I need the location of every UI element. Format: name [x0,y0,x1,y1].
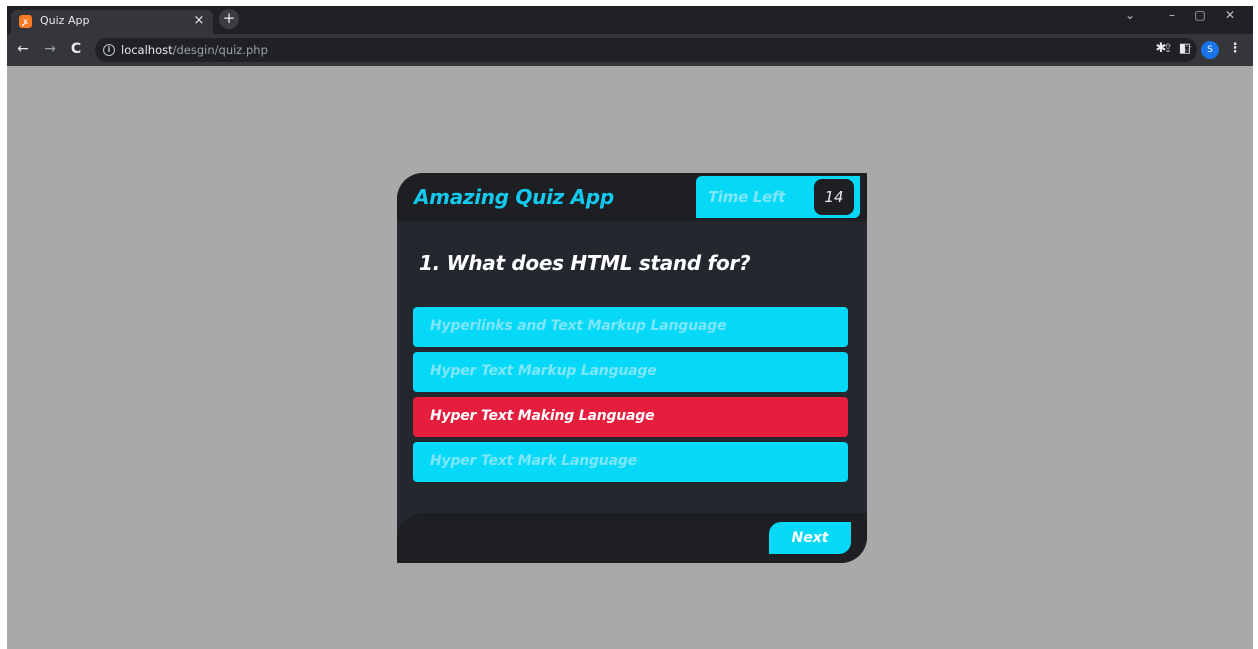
tab-search-icon[interactable]: ⌄ [1120,8,1140,22]
quiz-header: Amazing Quiz App Time Left 14 [397,173,867,221]
quiz-footer: Next [397,513,867,563]
next-button[interactable]: Next [769,522,851,554]
browser-tab[interactable]: ꭙ Quiz App × [11,10,213,34]
menu-kebab-icon[interactable]: ⋮ [1225,39,1245,59]
answer-option-label: Hyper Text Markup Language [430,363,657,379]
restore-icon[interactable]: ▢ [1190,8,1210,22]
reload-icon[interactable]: C [66,39,86,59]
back-icon[interactable]: ← [13,39,33,59]
quiz-title: Amazing Quiz App [414,185,614,209]
tab-title: Quiz App [40,14,90,27]
answer-option-3[interactable]: Hyper Text Making Language [413,397,848,437]
timer-value: 14 [814,179,854,215]
url-host: localhost [121,43,173,57]
extensions-icon[interactable]: ✱ [1151,39,1171,59]
tab-strip: ꭙ Quiz App × + ⌄ – ▢ ✕ [7,6,1253,34]
answer-options: Hyperlinks and Text Markup Language Hype… [413,307,848,487]
new-tab-button[interactable]: + [219,9,239,29]
answer-option-label: Hyperlinks and Text Markup Language [430,318,727,334]
xampp-favicon-icon: ꭙ [19,15,32,28]
minimize-icon[interactable]: – [1162,8,1182,22]
address-bar[interactable]: i localhost/desgin/quiz.php ⇪ ☆ [95,38,1197,62]
answer-option-1[interactable]: Hyperlinks and Text Markup Language [413,307,848,347]
answer-option-4[interactable]: Hyper Text Mark Language [413,442,848,482]
close-window-icon[interactable]: ✕ [1220,8,1240,22]
site-info-icon[interactable]: i [103,44,115,56]
timer-label: Time Left [708,188,786,206]
url-path: /desgin/quiz.php [172,43,268,57]
side-panel-icon[interactable]: ◧ [1175,39,1195,59]
url-text: localhost/desgin/quiz.php [121,43,268,57]
profile-avatar[interactable]: S [1201,41,1219,59]
browser-toolbar: ← → C i localhost/desgin/quiz.php ⇪ ☆ ✱ … [7,34,1253,66]
forward-icon[interactable]: → [40,39,60,59]
timer-box: Time Left 14 [696,176,860,218]
answer-option-label: Hyper Text Mark Language [430,453,637,469]
answer-option-2[interactable]: Hyper Text Markup Language [413,352,848,392]
browser-window: ꭙ Quiz App × + ⌄ – ▢ ✕ ← → C i localhost… [7,6,1253,649]
quiz-card: Amazing Quiz App Time Left 14 1. What do… [397,173,867,563]
tab-close-icon[interactable]: × [192,13,206,29]
answer-option-label: Hyper Text Making Language [430,408,655,424]
question-text: 1. What does HTML stand for? [419,251,751,275]
